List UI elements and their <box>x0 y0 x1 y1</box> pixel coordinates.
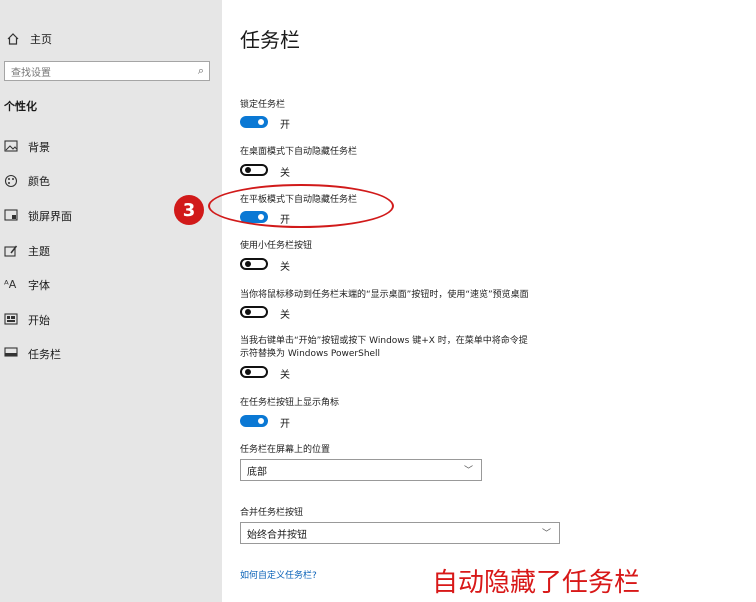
annotation-caption: 自动隐藏了任务栏 <box>432 568 641 598</box>
toggle-knob <box>245 369 251 375</box>
font-icon: ᴬA <box>4 278 17 291</box>
sidebar-item-start[interactable]: 开始 <box>4 310 50 330</box>
sidebar-item-lockscreen[interactable]: 锁屏界面 <box>4 206 72 226</box>
sidebar: 主页 查找设置 ⌕ 个性化 背景 颜色 锁屏界面 主题 ᴬA 字体 开始 任务栏 <box>0 0 222 602</box>
toggle-state: 开 <box>280 120 290 131</box>
toggle-state: 关 <box>280 370 290 381</box>
help-link[interactable]: 如何自定义任务栏? <box>240 568 317 581</box>
sidebar-home[interactable]: 主页 <box>6 30 52 48</box>
taskbar-icon <box>4 347 22 361</box>
lockscreen-icon <box>4 209 22 223</box>
chevron-down-icon: ﹀ <box>463 466 473 476</box>
sidebar-item-fonts[interactable]: ᴬA 字体 <box>4 275 50 295</box>
sidebar-item-label: 背景 <box>28 141 50 154</box>
sidebar-item-label: 锁屏界面 <box>28 210 72 223</box>
setting-label: 当你将鼠标移动到任务栏末端的“显示桌面”按钮时，使用“速览”预览桌面 <box>240 290 529 300</box>
search-placeholder: 查找设置 <box>11 67 51 79</box>
toggle-knob <box>258 119 264 125</box>
setting-label-line2: 示符替换为 Windows PowerShell <box>240 349 381 359</box>
combine-dropdown[interactable]: 始终合并按钮 ﹀ <box>240 522 560 544</box>
toggle-knob <box>245 309 251 315</box>
lock-taskbar-toggle[interactable] <box>240 116 268 128</box>
toggle-state: 关 <box>280 262 290 273</box>
theme-brush-icon <box>4 244 22 258</box>
toggle-knob <box>258 418 264 424</box>
autohide-desktop-toggle[interactable] <box>240 164 268 176</box>
page-title: 任务栏 <box>240 28 300 52</box>
picture-icon <box>4 140 22 154</box>
toggle-knob <box>245 167 251 173</box>
setting-label: 在桌面模式下自动隐藏任务栏 <box>240 147 358 157</box>
step-badge: 3 <box>174 195 204 225</box>
start-icon <box>4 313 22 327</box>
position-value: 底部 <box>247 466 267 478</box>
combine-value: 始终合并按钮 <box>247 529 307 541</box>
powershell-toggle[interactable] <box>240 366 268 378</box>
home-icon <box>6 32 24 46</box>
home-label: 主页 <box>30 33 52 46</box>
sidebar-item-label: 颜色 <box>28 175 50 188</box>
setting-label: 在任务栏按钮上显示角标 <box>240 398 340 408</box>
setting-label: 当我右键单击“开始”按钮或按下 Windows 键+X 时，在菜单中将命令提 <box>240 336 528 346</box>
badges-toggle[interactable] <box>240 415 268 427</box>
section-title: 个性化 <box>4 100 37 113</box>
sidebar-item-label: 任务栏 <box>28 348 61 361</box>
sidebar-item-label: 字体 <box>28 279 50 292</box>
main-panel: 任务栏 锁定任务栏 开 在桌面模式下自动隐藏任务栏 关 在平板模式下自动隐藏任务… <box>222 0 756 602</box>
position-dropdown[interactable]: 底部 ﹀ <box>240 459 482 481</box>
palette-icon <box>4 174 22 188</box>
toggle-state: 开 <box>280 419 290 430</box>
chevron-down-icon: ﹀ <box>541 529 551 539</box>
setting-label: 使用小任务栏按钮 <box>240 241 313 251</box>
sidebar-item-label: 开始 <box>28 314 50 327</box>
sidebar-item-taskbar[interactable]: 任务栏 <box>4 344 61 364</box>
search-input[interactable]: 查找设置 ⌕ <box>4 61 210 81</box>
position-label: 任务栏在屏幕上的位置 <box>240 445 331 455</box>
combine-label: 合并任务栏按钮 <box>240 508 304 518</box>
peek-toggle[interactable] <box>240 306 268 318</box>
highlight-ellipse <box>208 184 394 228</box>
setting-label: 锁定任务栏 <box>240 100 286 110</box>
small-buttons-toggle[interactable] <box>240 258 268 270</box>
sidebar-item-themes[interactable]: 主题 <box>4 241 50 261</box>
toggle-state: 关 <box>280 168 290 179</box>
search-icon: ⌕ <box>197 64 204 77</box>
sidebar-item-label: 主题 <box>28 245 50 258</box>
toggle-knob <box>245 261 251 267</box>
sidebar-item-background[interactable]: 背景 <box>4 137 50 157</box>
sidebar-item-colors[interactable]: 颜色 <box>4 171 50 191</box>
toggle-state: 关 <box>280 310 290 321</box>
